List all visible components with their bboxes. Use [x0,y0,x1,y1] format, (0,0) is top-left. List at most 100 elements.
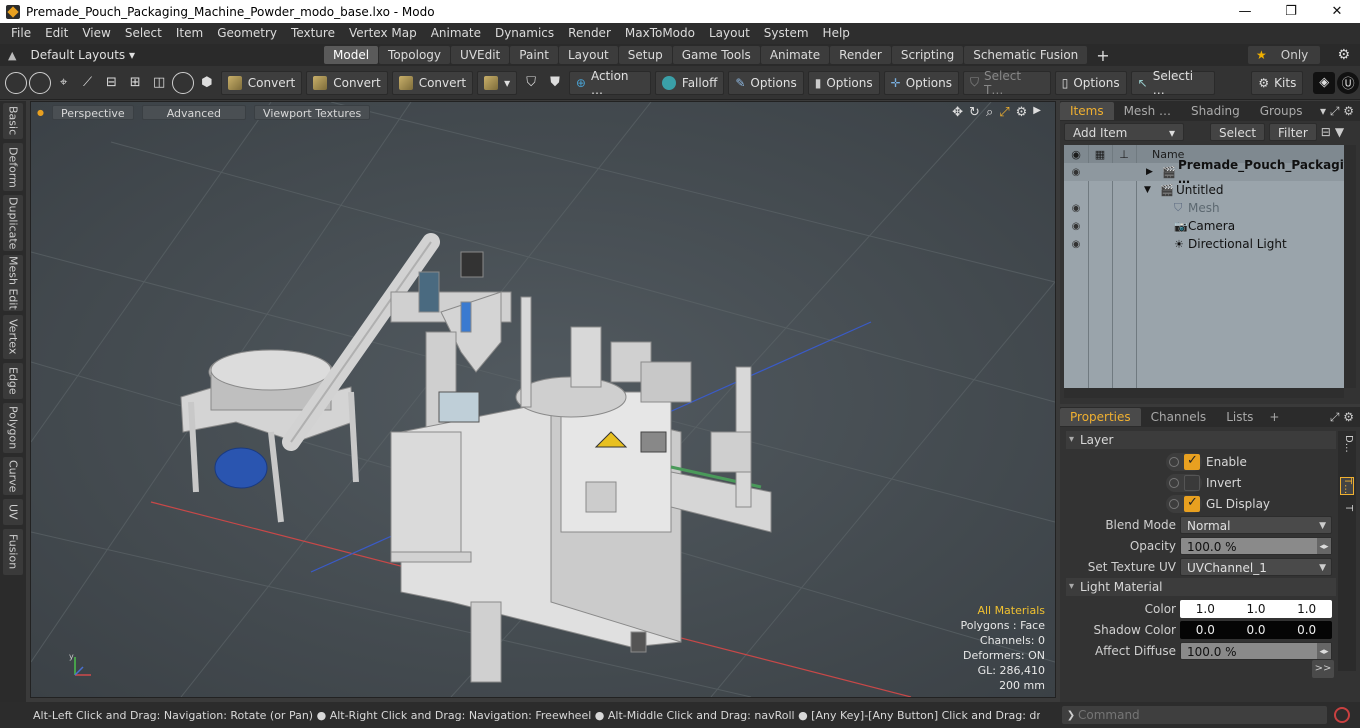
pivot-icon[interactable] [172,71,194,94]
slider-handle-icon[interactable]: ◂▸ [1317,643,1331,659]
menu-vertex-map[interactable]: Vertex Map [342,23,424,44]
close-button[interactable]: ✕ [1314,0,1360,23]
record-macro-icon[interactable] [1334,707,1350,723]
tab-uv[interactable]: UV [3,499,23,525]
perspective-button[interactable]: Perspective [51,104,134,120]
menu-maxtomodo[interactable]: MaxToModo [618,23,702,44]
options-button-1[interactable]: ✎ Options [728,70,804,95]
visibility-eye-icon[interactable]: ◉ [1064,167,1088,178]
convert-button-3[interactable]: Convert [391,70,474,95]
tab-animate[interactable]: Animate [760,46,830,64]
selection-button[interactable]: ↖ Selecti … [1130,69,1216,97]
light-material-section-header[interactable]: Light Material [1066,578,1336,596]
menu-edit[interactable]: Edit [38,23,75,44]
tree-item-mesh[interactable]: ◉ ⛉ Mesh [1064,199,1344,217]
panel-options-icon[interactable]: ⤢ ⚙ [1330,410,1354,425]
invert-checkbox[interactable] [1184,475,1200,491]
tree-item-directional-light[interactable]: ◉ ☀ Directional Light [1064,235,1344,253]
side-tab-t[interactable]: T [1340,505,1354,511]
set-texture-uv-select[interactable]: UVChannel_1 ▼ [1180,558,1332,576]
tab-properties[interactable]: Properties [1060,408,1141,426]
tab-mesh-edit[interactable]: Mesh Edit [3,255,23,311]
tab-topology[interactable]: Topology [379,46,451,64]
symmetry-icon[interactable]: ⛊ [544,72,566,94]
visibility-eye-icon[interactable]: ◉ [1064,221,1088,232]
visibility-eye-icon[interactable]: ◉ [1064,239,1088,250]
lasso-icon[interactable]: ⌖ [53,72,75,94]
tab-schematic-fusion[interactable]: Schematic Fusion [964,46,1088,64]
gl-display-toggle[interactable] [1166,495,1202,513]
affect-diffuse-slider[interactable]: 100.0 % ◂▸ [1180,642,1332,660]
command-input[interactable] [1078,708,1298,722]
convert-button-1[interactable]: Convert [220,70,303,95]
tab-layout[interactable]: Layout [558,46,618,64]
edge-select-icon[interactable]: ⟋ [77,72,99,94]
visibility-eye-icon[interactable]: ◉ [1064,203,1088,214]
menu-render[interactable]: Render [561,23,618,44]
pan-icon[interactable]: ✥ [952,105,963,120]
lock-column-icon[interactable]: ▦ [1088,148,1112,161]
expand-arrow-icon[interactable]: ▶ [1146,167,1153,177]
falloff-button[interactable]: Falloff [654,70,725,95]
tab-items[interactable]: Items [1060,102,1114,120]
convert-button-2[interactable]: Convert [306,70,388,95]
advanced-button[interactable]: Advanced [141,104,247,120]
viewport-textures-button[interactable]: Viewport Textures [254,104,371,120]
only-toggle[interactable]: ★ Only [1248,46,1320,64]
enable-checkbox[interactable] [1184,453,1200,470]
panel-options-icon[interactable]: ▾ ⤢ ⚙ [1320,104,1354,119]
maximize-viewport-icon[interactable]: ⤢ [999,105,1009,120]
maximize-button[interactable]: ❐ [1268,0,1314,23]
tab-fusion[interactable]: Fusion [3,529,23,575]
more-button[interactable]: >> [1312,660,1334,678]
tab-vertex[interactable]: Vertex [3,315,23,359]
tab-game-tools[interactable]: Game Tools [672,46,760,64]
tree-item-camera[interactable]: ◉ 📷 Camera [1064,217,1344,235]
filter-button[interactable]: Filter [1269,123,1317,141]
action-center-button[interactable]: ⊕ Action … [568,69,651,97]
tab-edge[interactable]: Edge [3,363,23,399]
menu-system[interactable]: System [757,23,816,44]
side-tab-t-active[interactable]: T… [1340,477,1354,496]
select-through-button[interactable]: ⛉ Select T… [963,69,1051,97]
opacity-slider[interactable]: 100.0 % ◂▸ [1180,537,1332,555]
tab-render[interactable]: Render [830,46,891,64]
tab-curve[interactable]: Curve [3,457,23,495]
side-tab-d[interactable]: D… [1340,435,1354,453]
menu-select[interactable]: Select [118,23,169,44]
tab-channels[interactable]: Channels [1141,408,1217,426]
menu-dynamics[interactable]: Dynamics [488,23,561,44]
tab-scripting[interactable]: Scripting [891,46,964,64]
menu-help[interactable]: Help [816,23,857,44]
item-mode-icon[interactable]: ⬢ [196,72,218,94]
visibility-column-icon[interactable]: ◉ [1064,148,1088,161]
tab-polygon[interactable]: Polygon [3,403,23,453]
add-tab-icon[interactable]: + [1269,410,1279,424]
layer-section-header[interactable]: Layer [1066,431,1336,449]
tab-duplicate[interactable]: Duplicate [3,195,23,251]
menu-file[interactable]: File [4,23,38,44]
list-options-icon[interactable]: ⊟ [1321,125,1331,139]
shadow-color-swatch[interactable]: 0.0 0.0 0.0 [1180,621,1332,639]
tab-groups[interactable]: Groups [1250,102,1313,120]
globe-icon[interactable] [28,71,51,94]
blend-mode-select[interactable]: Normal ▼ [1180,516,1332,534]
tab-lists[interactable]: Lists [1216,408,1263,426]
enable-toggle[interactable] [1166,453,1202,471]
select-vertices-icon[interactable] [5,71,27,94]
viewport-gear-icon[interactable]: ⚙ [1016,105,1028,120]
chevron-right-icon[interactable]: ❯ [1064,710,1078,721]
zoom-icon[interactable]: ⌕ [986,105,993,120]
add-tab-icon[interactable]: + [1096,46,1109,65]
default-layouts-dropdown[interactable]: ▲ Default Layouts ▾ [0,44,240,66]
tab-shading[interactable]: Shading [1181,102,1250,120]
unity-icon[interactable]: ◈ [1313,71,1336,94]
collapse-arrow-icon[interactable]: ▼ [1144,185,1151,195]
invert-toggle[interactable] [1166,474,1202,492]
tab-uvedit[interactable]: UVEdit [451,46,510,64]
items-horizontal-scrollbar[interactable] [1064,388,1344,398]
slider-handle-icon[interactable]: ◂▸ [1317,538,1331,554]
add-item-button[interactable]: Add Item ▾ [1064,123,1184,141]
tab-mesh[interactable]: Mesh … [1114,102,1181,120]
mesh-type-dropdown[interactable]: ▾ [477,70,518,95]
